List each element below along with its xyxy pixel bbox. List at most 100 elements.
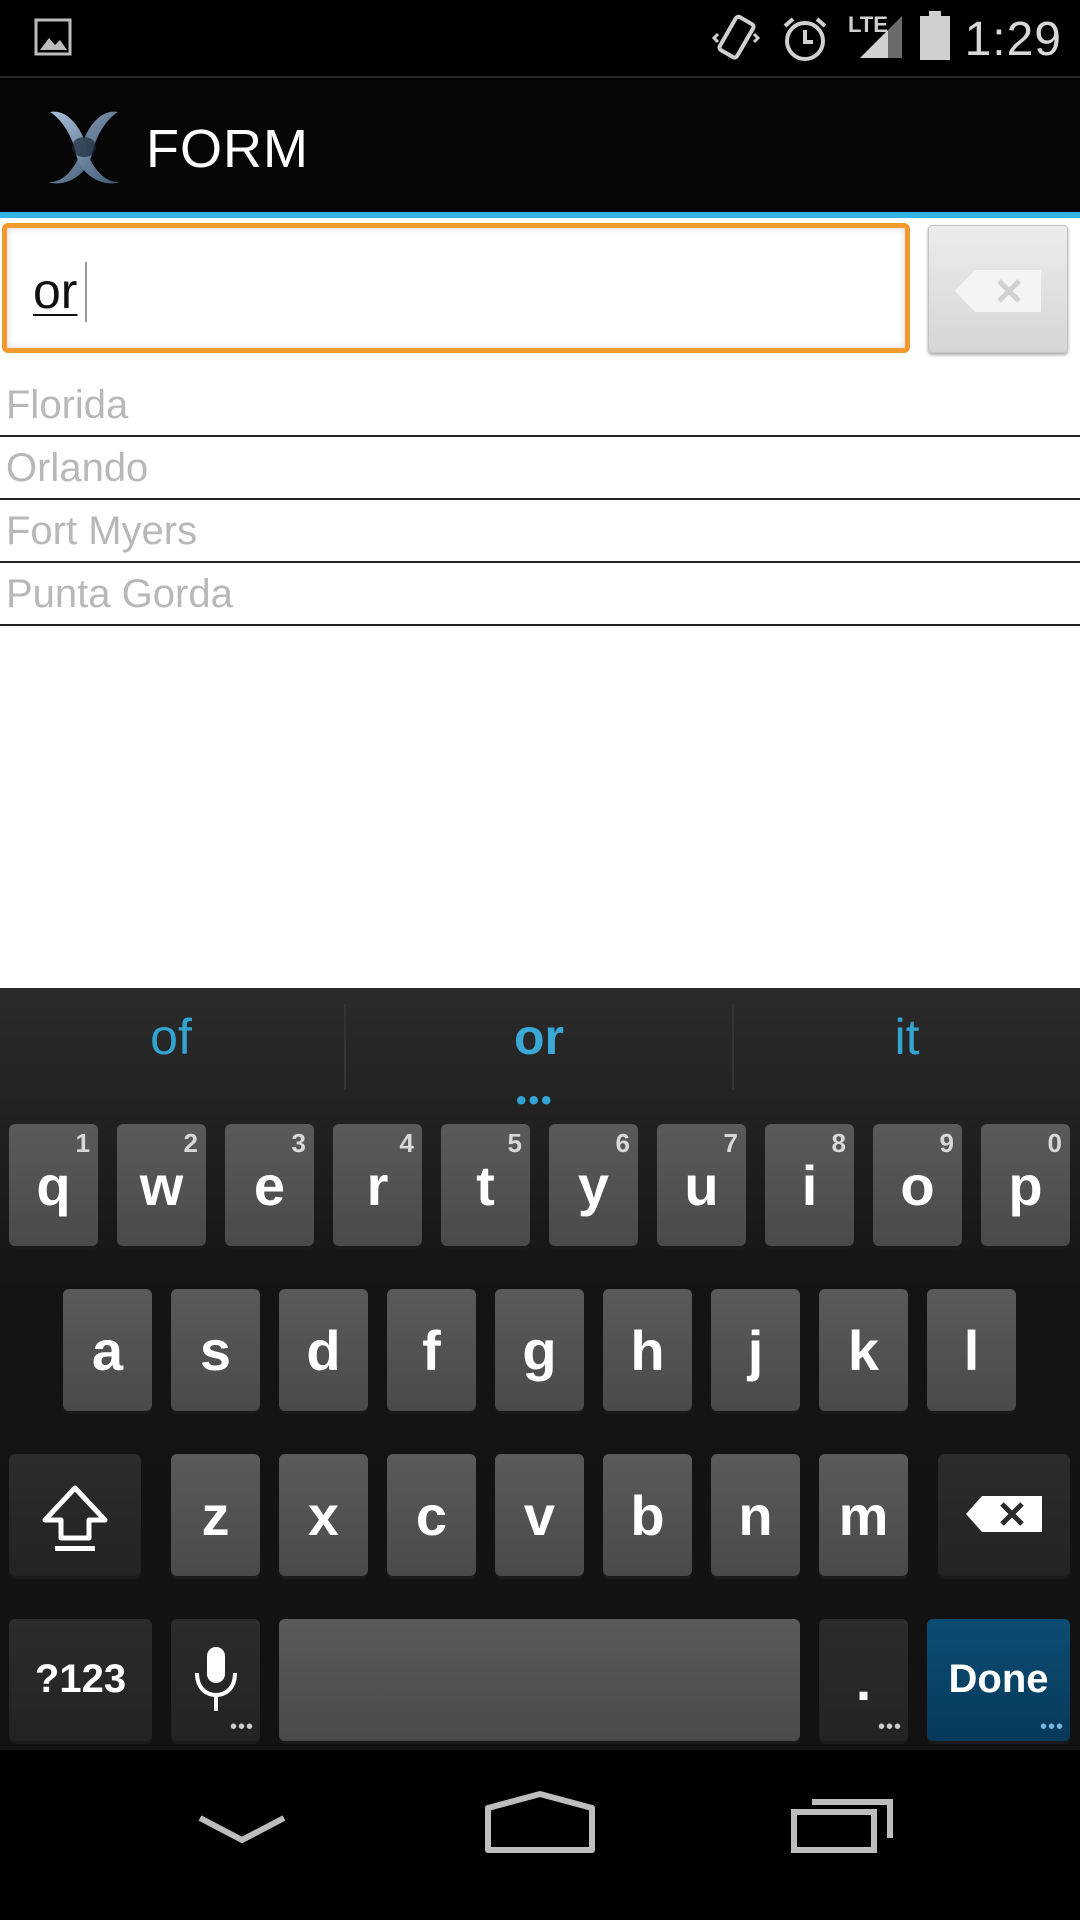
key-letter: z [201, 1484, 230, 1547]
word-suggestion-bar: of or it ••• [0, 988, 1080, 1117]
key-h[interactable]: h [603, 1289, 692, 1411]
key-letter: p [1008, 1154, 1043, 1217]
key-u[interactable]: 7u [657, 1124, 746, 1246]
key-letter: f [422, 1319, 441, 1382]
key-letter: u [684, 1154, 719, 1217]
key-letter: v [523, 1484, 556, 1547]
status-bar: LTE 1:29 [0, 0, 1080, 76]
key-g[interactable]: g [495, 1289, 584, 1411]
key-letter: n [738, 1484, 773, 1547]
key-j[interactable]: j [711, 1289, 800, 1411]
back-down-icon[interactable] [196, 1810, 288, 1850]
key-e[interactable]: 3e [225, 1124, 314, 1246]
key-y[interactable]: 6y [549, 1124, 638, 1246]
key-hint: 8 [831, 1128, 846, 1158]
key-d[interactable]: d [279, 1289, 368, 1411]
key-hint: 2 [183, 1128, 198, 1158]
key-letter: y [577, 1154, 610, 1217]
key-n[interactable]: n [711, 1454, 800, 1576]
more-options-dots: ••• [1039, 1716, 1064, 1738]
voice-input-key[interactable]: ••• [171, 1619, 260, 1741]
search-input[interactable]: or [2, 223, 910, 353]
key-s[interactable]: s [171, 1289, 260, 1411]
key-letter: q [36, 1154, 71, 1217]
backspace-icon [966, 1496, 1042, 1532]
word-suggestion-it[interactable]: it [734, 1008, 1080, 1066]
shift-icon [42, 1485, 108, 1551]
key-l[interactable]: l [927, 1289, 1016, 1411]
key-letter: m [838, 1484, 889, 1547]
more-options-dots: ••• [877, 1716, 902, 1738]
backspace-x-icon [955, 270, 1041, 312]
autocomplete-item[interactable]: Orlando [0, 437, 1080, 500]
word-suggestion-or[interactable]: or [346, 1008, 732, 1066]
key-letter: k [847, 1319, 880, 1382]
key-t[interactable]: 5t [441, 1124, 530, 1246]
action-bar: FORM [0, 76, 1080, 216]
key-letter: e [253, 1154, 286, 1217]
action-bar-accent-line [0, 212, 1080, 218]
key-letter: s [199, 1319, 232, 1382]
autocomplete-item[interactable]: Punta Gorda [0, 563, 1080, 626]
autocomplete-list: Florida Orlando Fort Myers Punta Gorda [0, 374, 1080, 626]
key-letter: l [963, 1319, 980, 1382]
signal-icon [860, 16, 902, 58]
done-key[interactable]: Done ••• [927, 1619, 1070, 1741]
key-hint: 1 [75, 1128, 90, 1158]
recent-apps-icon[interactable] [790, 1790, 894, 1854]
key-hint: 9 [939, 1128, 954, 1158]
autocomplete-item[interactable]: Florida [0, 374, 1080, 437]
period-key[interactable]: . ••• [819, 1619, 908, 1741]
key-a[interactable]: a [63, 1289, 152, 1411]
backspace-key[interactable] [938, 1454, 1070, 1576]
vibrate-icon [712, 14, 760, 60]
clear-button[interactable] [928, 225, 1068, 353]
key-letter: j [747, 1319, 764, 1382]
key-c[interactable]: c [387, 1454, 476, 1576]
symbols-key[interactable]: ?123 [9, 1619, 152, 1741]
key-v[interactable]: v [495, 1454, 584, 1576]
key-letter: d [306, 1319, 341, 1382]
key-z[interactable]: z [171, 1454, 260, 1576]
app-logo-icon [48, 111, 120, 184]
battery-icon [920, 11, 950, 60]
key-x[interactable]: x [279, 1454, 368, 1576]
soft-keyboard: of or it ••• 1q 2w 3e 4r 5t 6y 7u 8i 9o … [0, 988, 1080, 1750]
navigation-bar [0, 1750, 1080, 1920]
microphone-icon [195, 1647, 237, 1711]
clock-time: 1:29 [964, 13, 1062, 66]
key-m[interactable]: m [819, 1454, 908, 1576]
key-letter: w [139, 1154, 184, 1217]
more-options-dots: ••• [229, 1716, 254, 1738]
key-letter: . [855, 1649, 872, 1712]
key-r[interactable]: 4r [333, 1124, 422, 1246]
key-o[interactable]: 9o [873, 1124, 962, 1246]
key-q[interactable]: 1q [9, 1124, 98, 1246]
key-hint: 5 [507, 1128, 522, 1158]
key-letter: i [801, 1154, 818, 1217]
key-w[interactable]: 2w [117, 1124, 206, 1246]
more-suggestions-dots: ••• [516, 1084, 554, 1117]
home-icon[interactable] [484, 1790, 596, 1854]
key-letter: r [366, 1154, 389, 1217]
autocomplete-item[interactable]: Fort Myers [0, 500, 1080, 563]
key-b[interactable]: b [603, 1454, 692, 1576]
key-letter: t [476, 1154, 495, 1217]
page-title: FORM [146, 119, 309, 179]
key-p[interactable]: 0p [981, 1124, 1070, 1246]
key-letter: g [522, 1319, 557, 1382]
key-letter: h [630, 1319, 665, 1382]
symbols-key-label: ?123 [34, 1657, 127, 1701]
key-hint: 6 [615, 1128, 630, 1158]
key-hint: 7 [723, 1128, 738, 1158]
shift-key[interactable] [9, 1454, 141, 1576]
key-k[interactable]: k [819, 1289, 908, 1411]
done-key-label: Done [948, 1657, 1049, 1701]
key-letter: o [900, 1154, 935, 1217]
space-key[interactable] [279, 1619, 800, 1741]
text-caret [85, 262, 87, 322]
word-suggestion-of[interactable]: of [0, 1008, 342, 1066]
key-f[interactable]: f [387, 1289, 476, 1411]
key-letter: x [307, 1484, 340, 1547]
key-i[interactable]: 8i [765, 1124, 854, 1246]
